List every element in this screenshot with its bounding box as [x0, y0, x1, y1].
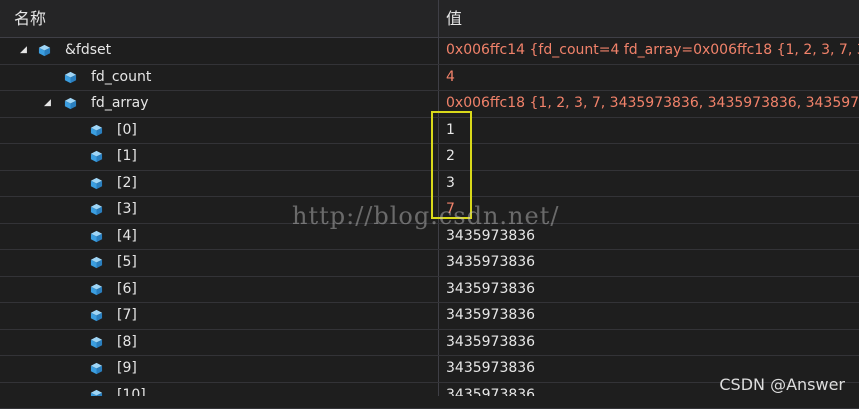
value-cell[interactable]: 0x006ffc18 {1, 2, 3, 7, 3435973836, 3435… — [446, 91, 859, 116]
name-cell: [0] — [90, 118, 137, 143]
expand-triangle-icon[interactable]: ◢ — [44, 91, 56, 116]
variable-name: fd_array — [91, 95, 149, 111]
variable-name: [4] — [117, 228, 137, 244]
variable-name: [6] — [117, 281, 137, 297]
name-cell: [1] — [90, 144, 137, 169]
value-cell[interactable]: 4 — [446, 65, 859, 90]
value-cell[interactable]: 0x006ffc14 {fd_count=4 fd_array=0x006ffc… — [446, 38, 859, 63]
value-cell[interactable]: 3435973836 — [446, 250, 859, 275]
watch-row[interactable]: fd_count 4 — [0, 65, 859, 92]
cube-icon — [90, 177, 103, 190]
variable-name: [0] — [117, 122, 137, 138]
value-cell[interactable]: 3435973836 — [446, 303, 859, 328]
value-cell[interactable]: 2 — [446, 144, 859, 169]
watermark: http://blog.csdn.net/ — [292, 202, 559, 230]
clipped-row — [0, 396, 859, 402]
value-cell[interactable]: 3 — [446, 171, 859, 196]
variable-name: [5] — [117, 254, 137, 270]
variable-name: [7] — [117, 307, 137, 323]
name-cell: fd_count — [64, 65, 151, 90]
variable-name: [2] — [117, 175, 137, 191]
name-cell: [8] — [90, 330, 137, 355]
cube-icon — [90, 256, 103, 269]
value-cell[interactable]: 3435973836 — [446, 277, 859, 302]
variable-name: fd_count — [91, 69, 151, 85]
credit-label: CSDN @Answer — [719, 375, 845, 394]
watch-row[interactable]: ◢ fd_array 0x006ffc18 {1, 2, 3, 7, 3435973… — [0, 91, 859, 118]
name-cell: [10] — [90, 383, 146, 408]
value-cell[interactable]: 3435973836 — [446, 330, 859, 355]
name-cell: ◢ &fdset — [20, 38, 111, 63]
watch-row[interactable]: [6] 3435973836 — [0, 277, 859, 304]
name-cell: [5] — [90, 250, 137, 275]
cube-icon — [90, 230, 103, 243]
watch-row[interactable]: [0] 1 — [0, 118, 859, 145]
cube-icon — [64, 97, 77, 110]
cube-icon — [38, 44, 51, 57]
cube-icon — [90, 283, 103, 296]
cube-icon — [90, 336, 103, 349]
name-column-header[interactable]: 名称 — [14, 0, 46, 37]
cube-icon — [64, 71, 77, 84]
watch-header: 名称 值 — [0, 0, 859, 38]
name-cell: [3] — [90, 197, 137, 222]
name-cell: [7] — [90, 303, 137, 328]
name-cell: ◢ fd_array — [44, 91, 149, 116]
variable-name: [3] — [117, 201, 137, 217]
watch-row[interactable]: [1] 2 — [0, 144, 859, 171]
cube-icon — [90, 362, 103, 375]
variable-name: &fdset — [65, 42, 111, 58]
variable-name: [1] — [117, 148, 137, 164]
name-cell: [9] — [90, 356, 137, 381]
watch-row[interactable]: ◢ &fdset 0x006ffc14 {fd_count=4 fd_array=0… — [0, 38, 859, 65]
cube-icon — [90, 150, 103, 163]
value-cell[interactable]: 1 — [446, 118, 859, 143]
variable-name: [9] — [117, 360, 137, 376]
name-cell: [6] — [90, 277, 137, 302]
watch-row[interactable]: [8] 3435973836 — [0, 330, 859, 357]
cube-icon — [90, 124, 103, 137]
watch-row[interactable]: [2] 3 — [0, 171, 859, 198]
cube-icon — [90, 203, 103, 216]
watch-row[interactable]: [5] 3435973836 — [0, 250, 859, 277]
watch-row[interactable]: [7] 3435973836 — [0, 303, 859, 330]
name-cell: [2] — [90, 171, 137, 196]
cube-icon — [90, 309, 103, 322]
variable-name: [8] — [117, 334, 137, 350]
name-cell: [4] — [90, 224, 137, 249]
expand-triangle-icon[interactable]: ◢ — [20, 38, 32, 63]
value-column-header[interactable]: 值 — [446, 0, 462, 37]
